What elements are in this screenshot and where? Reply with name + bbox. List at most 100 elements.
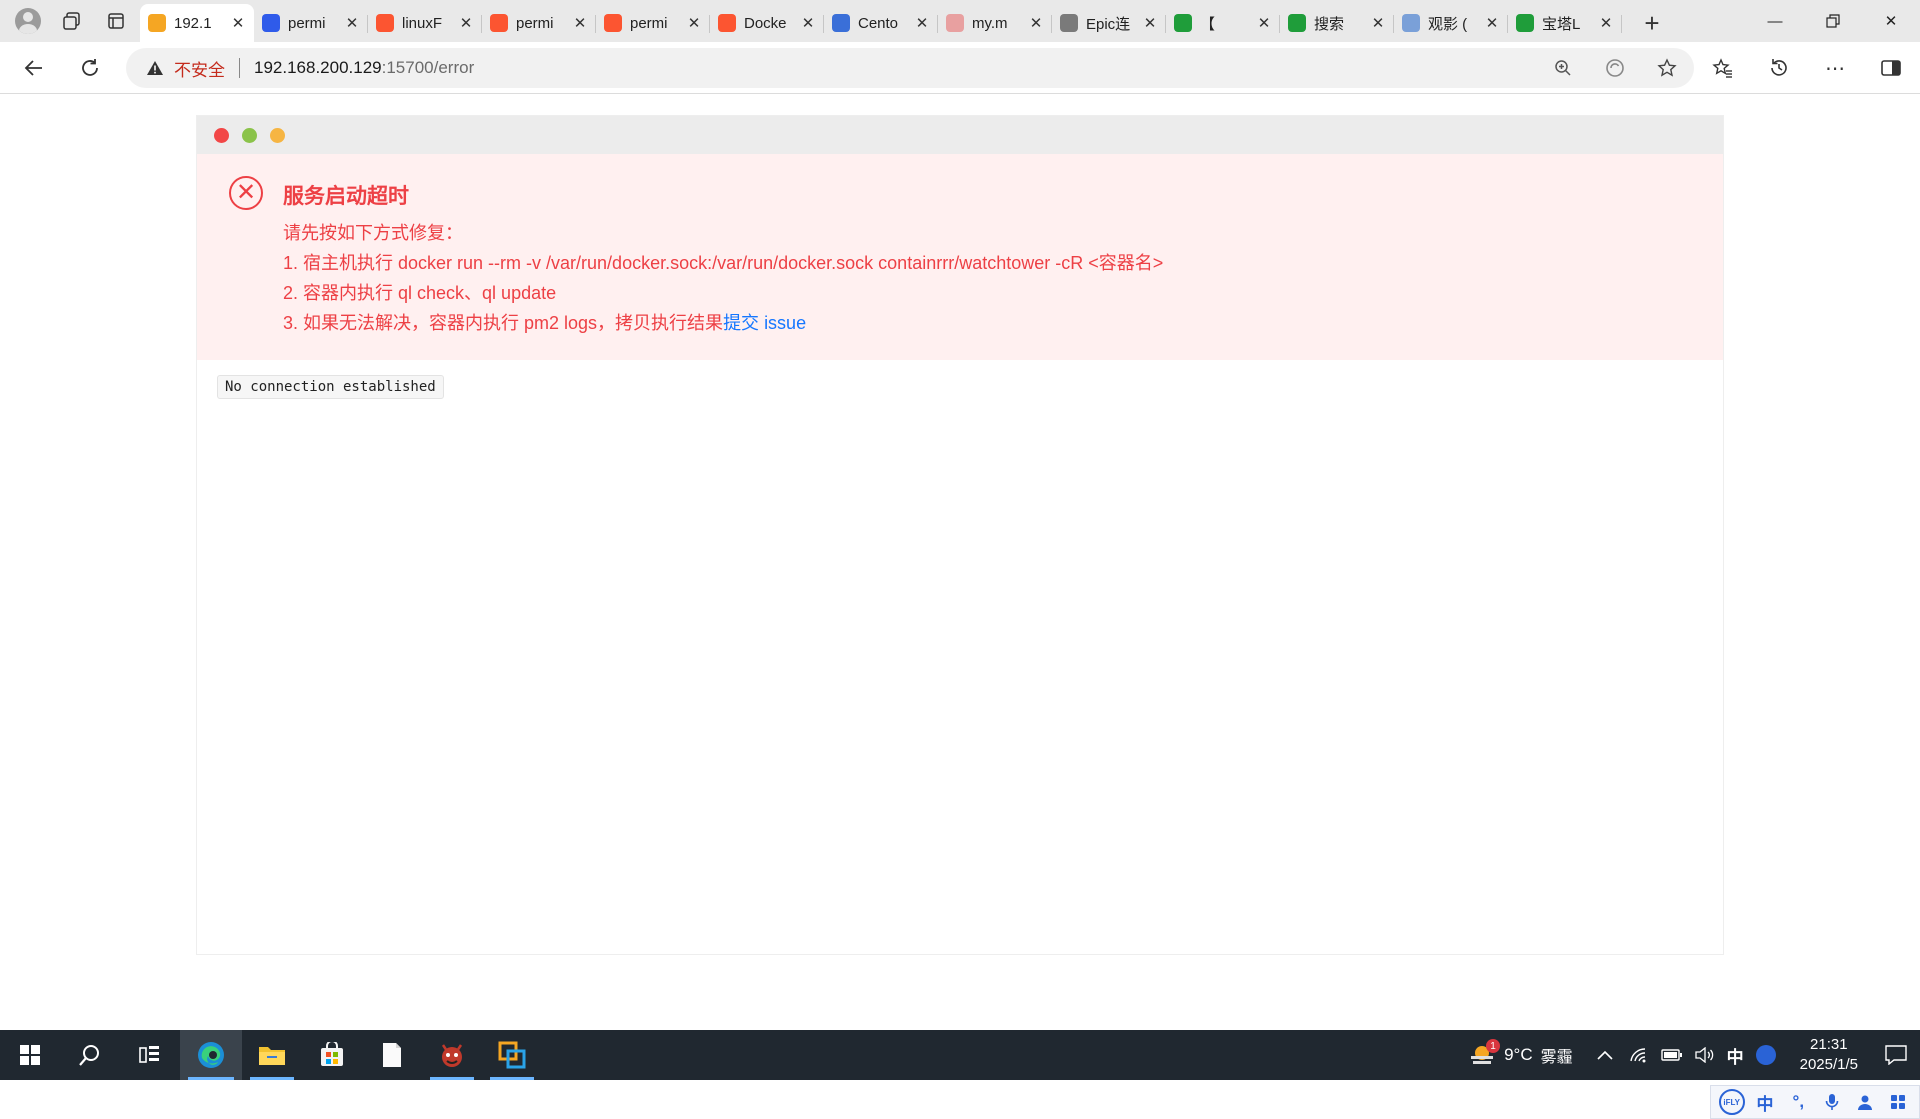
taskbar-remote-desktop[interactable] xyxy=(482,1030,542,1080)
star-icon xyxy=(1657,58,1677,77)
remote-desktop-icon xyxy=(498,1041,526,1069)
browser-tab[interactable]: Epic连 ✕ xyxy=(1052,4,1166,42)
zoom-button[interactable] xyxy=(1552,57,1574,79)
tab-close-icon[interactable]: ✕ xyxy=(1256,14,1272,32)
tab-close-icon[interactable]: ✕ xyxy=(686,14,702,32)
error-window: ✕ 服务启动超时 请先按如下方式修复： 1. 宿主机执行 docker run … xyxy=(196,115,1724,955)
network-button[interactable] xyxy=(1623,1030,1655,1080)
fix-step-3-text: 3. 如果无法解决，容器内执行 pm2 logs，拷贝执行结果 xyxy=(283,313,724,333)
read-aloud-button[interactable] xyxy=(1604,57,1626,79)
browser-tab[interactable]: Docke ✕ xyxy=(710,4,824,42)
paw-icon xyxy=(262,14,280,32)
browser-tab[interactable]: 宝塔L ✕ xyxy=(1508,4,1622,42)
windows-taskbar: 1 9°C 雾霾 中 21:31 2025/1/5 xyxy=(0,1030,1920,1080)
submit-issue-link[interactable]: 提交 issue xyxy=(723,313,806,333)
warning-icon[interactable] xyxy=(146,60,164,76)
tab-close-icon[interactable]: ✕ xyxy=(1484,14,1500,32)
windows-logo-icon xyxy=(20,1045,40,1065)
search-button[interactable] xyxy=(60,1030,120,1080)
taskbar-game-app[interactable] xyxy=(422,1030,482,1080)
ifly-logo-icon[interactable]: iFLY xyxy=(1718,1089,1745,1115)
close-window-button[interactable]: ✕ xyxy=(1862,0,1920,42)
browser-tab[interactable]: 192.1 ✕ xyxy=(140,4,254,42)
refresh-circle-icon xyxy=(1606,59,1624,77)
taskbar-edge[interactable] xyxy=(180,1030,242,1080)
error-circle-icon: ✕ xyxy=(229,176,263,210)
tab-close-icon[interactable]: ✕ xyxy=(800,14,816,32)
ime-menu-button[interactable] xyxy=(1885,1089,1911,1115)
tab-title: Epic连 xyxy=(1086,15,1131,33)
browser-tab[interactable]: permi ✕ xyxy=(482,4,596,42)
profile-button[interactable] xyxy=(10,3,46,39)
notification-center-button[interactable] xyxy=(1872,1030,1920,1080)
taskbar-file-explorer[interactable] xyxy=(242,1030,302,1080)
browser-tab[interactable]: permi ✕ xyxy=(254,4,368,42)
tab-close-icon[interactable]: ✕ xyxy=(914,14,930,32)
tab-title: my.m xyxy=(972,14,1008,32)
restore-button[interactable] xyxy=(1804,0,1862,42)
favorite-button[interactable] xyxy=(1656,57,1678,79)
browser-tab[interactable]: Cento ✕ xyxy=(824,4,938,42)
history-button[interactable] xyxy=(1762,51,1796,85)
favorites-button[interactable] xyxy=(1706,51,1740,85)
history-icon xyxy=(1771,59,1787,76)
tab-title: Cento xyxy=(858,14,899,32)
error-alert: ✕ 服务启动超时 请先按如下方式修复： 1. 宿主机执行 docker run … xyxy=(197,154,1723,360)
show-hidden-icons-button[interactable] xyxy=(1587,1030,1623,1080)
plus-icon: + xyxy=(1644,7,1660,38)
insecure-label[interactable]: 不安全 xyxy=(174,56,225,81)
address-bar[interactable]: 不安全 192.168.200.129:15700/error xyxy=(126,48,1694,88)
back-arrow-icon xyxy=(24,59,42,76)
tab-close-icon[interactable]: ✕ xyxy=(458,14,474,32)
fix-intro: 请先按如下方式修复： xyxy=(283,223,463,243)
ime-account-button[interactable] xyxy=(1852,1089,1878,1115)
clock[interactable]: 21:31 2025/1/5 xyxy=(1782,1035,1872,1075)
edge-icon xyxy=(198,1042,224,1068)
wifi-icon xyxy=(1629,1048,1646,1063)
punctuation-button[interactable]: °, xyxy=(1785,1089,1811,1115)
browser-tab[interactable]: 观影 (✕ xyxy=(1394,4,1508,42)
new-tab-button[interactable]: + xyxy=(1632,4,1672,42)
start-button[interactable] xyxy=(0,1030,60,1080)
ifly-tray-button[interactable] xyxy=(1750,1030,1782,1080)
more-menu-button[interactable]: ⋯ xyxy=(1818,51,1852,85)
tab-close-icon[interactable]: ✕ xyxy=(1370,14,1386,32)
green-dot-icon xyxy=(242,127,257,143)
tab-close-icon[interactable]: ✕ xyxy=(1028,14,1044,32)
browser-tab[interactable]: 【✕ xyxy=(1166,4,1280,42)
yellow-dot-icon xyxy=(270,127,285,143)
page-viewport: ✕ 服务启动超时 请先按如下方式修复： 1. 宿主机执行 docker run … xyxy=(5,95,1920,1119)
ime-mode-button[interactable]: 中 xyxy=(1752,1089,1778,1115)
battery-button[interactable] xyxy=(1655,1030,1689,1080)
browser-tab[interactable]: linuxF ✕ xyxy=(368,4,482,42)
minimize-icon: — xyxy=(1767,12,1783,30)
tab-close-icon[interactable]: ✕ xyxy=(572,14,588,32)
tab-close-icon[interactable]: ✕ xyxy=(230,14,246,32)
weather-description: 雾霾 xyxy=(1540,1049,1573,1066)
url-path[interactable]: :15700/error xyxy=(382,58,475,78)
minimize-button[interactable]: — xyxy=(1746,0,1804,42)
taskbar-notepad[interactable] xyxy=(362,1030,422,1080)
volume-button[interactable] xyxy=(1689,1030,1721,1080)
zoom-icon xyxy=(1555,60,1571,76)
url-host[interactable]: 192.168.200.129 xyxy=(254,58,382,78)
browser-tab[interactable]: 搜索 ✕ xyxy=(1280,4,1394,42)
sidebar-toggle-button[interactable] xyxy=(1874,51,1908,85)
error-title: 服务启动超时 xyxy=(283,185,409,208)
voice-input-button[interactable] xyxy=(1819,1089,1845,1115)
refresh-button[interactable] xyxy=(70,48,110,88)
c-icon xyxy=(376,14,394,32)
workspaces-button[interactable] xyxy=(54,3,90,39)
task-view-button[interactable] xyxy=(120,1030,180,1080)
browser-tab[interactable]: permi ✕ xyxy=(596,4,710,42)
tab-close-icon[interactable]: ✕ xyxy=(344,14,360,32)
battery-icon xyxy=(1660,1049,1682,1061)
browser-tab[interactable]: my.m ✕ xyxy=(938,4,1052,42)
input-language-button[interactable]: 中 xyxy=(1721,1030,1750,1080)
back-button[interactable] xyxy=(14,48,54,88)
weather-widget[interactable]: 1 9°C 雾霾 xyxy=(1454,1030,1587,1080)
tab-close-icon[interactable]: ✕ xyxy=(1598,14,1614,32)
tab-close-icon[interactable]: ✕ xyxy=(1142,14,1158,32)
taskbar-store[interactable] xyxy=(302,1030,362,1080)
tab-actions-button[interactable] xyxy=(98,3,134,39)
